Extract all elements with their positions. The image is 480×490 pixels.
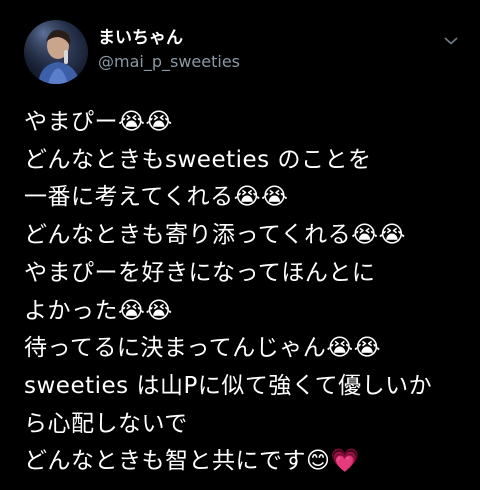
user-handle[interactable]: @mai_p_sweeties [98,52,240,72]
tweet-text: やまぴー😭😭 どんなときもsweeties のことを 一番に考えてくれる😭😭 ど… [24,104,464,481]
author-names: まいちゃん @mai_p_sweeties [98,28,240,72]
tweet-line: どんなときも智と共にです😊💗 [24,448,360,475]
avatar[interactable] [24,20,88,84]
tweet-line: やまぴーを好きになってほんとに [24,259,376,286]
tweet-line: 待ってるに決まってんじゃん😭😭 [24,335,382,362]
chevron-down-icon[interactable] [442,32,460,50]
tweet-card: まいちゃん @mai_p_sweeties やまぴー😭😭 どんなときもsweet… [0,0,480,490]
tweet-header: まいちゃん @mai_p_sweeties [24,20,464,84]
tweet-line: どんなときも寄り添ってくれる😭😭 [24,222,406,249]
tweet-line: どんなときもsweeties のことを [24,146,372,173]
tweet-line: よかった😭😭 [24,297,173,324]
tweet-line: sweeties は山Pに似て強くて優しいか [24,372,433,399]
tweet-line: ら心配しないで [24,410,188,437]
tweet-line: 一番に考えてくれる😭😭 [24,184,289,211]
profile-photo-icon [24,20,88,84]
display-name[interactable]: まいちゃん [98,28,240,48]
tweet-line: やまぴー😭😭 [24,109,173,135]
